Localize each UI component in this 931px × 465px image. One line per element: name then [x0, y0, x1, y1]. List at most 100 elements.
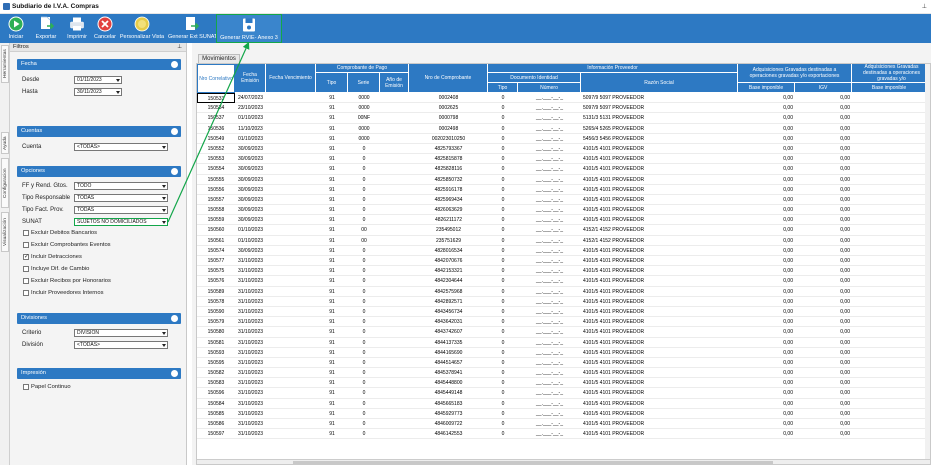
- excluir-recibos-checkbox[interactable]: [23, 278, 29, 284]
- table-row[interactable]: 150555 30/09/2023 91 0 4825850732 0 __.___-__-…: [197, 175, 930, 185]
- table-row[interactable]: 150597 31/10/2023 91 0 4846142553 0 __.___-__-…: [197, 429, 930, 440]
- header-nro-comprobante[interactable]: Nro de Comprobante: [409, 64, 488, 93]
- table-row[interactable]: 150536 11/10/2023 91 0000 0002498 0 __.___-__-…: [197, 124, 930, 134]
- collapse-icon[interactable]: [171, 128, 178, 135]
- section-opciones[interactable]: Opciones: [17, 166, 181, 177]
- table-cell: 4101/5 4101 PROVEEDOR: [583, 370, 645, 377]
- table-row[interactable]: 150560 01/10/2023 91 00 235495012 0 __.___-__-…: [197, 225, 930, 236]
- incluir-proveedores-checkbox[interactable]: [23, 290, 29, 296]
- table-row[interactable]: 150584 31/10/2023 91 0 4845665183 0 __.___-__-…: [197, 399, 930, 409]
- chevron-down-icon: [162, 209, 166, 212]
- header-anio-emision[interactable]: Año de Emisión: [380, 73, 409, 93]
- section-impresion[interactable]: Impresión: [17, 368, 181, 379]
- table-cell: 0: [501, 390, 505, 397]
- generar-rvie-anexo3-button[interactable]: Generar RVIE- Anexo 3: [216, 14, 282, 43]
- header-fecha-emision[interactable]: Fecha Emisión: [235, 64, 266, 93]
- filters-title: Filtros: [13, 44, 29, 50]
- ff-select[interactable]: TODO: [74, 182, 168, 190]
- table-row[interactable]: 150556 30/09/2023 91 0 4825916178 0 __.___-__-…: [197, 185, 930, 195]
- iniciar-button[interactable]: Iniciar: [3, 14, 29, 43]
- header-igv-1[interactable]: IGV: [795, 83, 852, 93]
- tab-movimientos[interactable]: Movimientos: [198, 54, 240, 63]
- table-row[interactable]: 150595 31/10/2023 91 0 4844514657 0 __.___-__-…: [197, 358, 930, 369]
- section-divisiones[interactable]: Divisiones: [17, 313, 181, 324]
- tipo-responsable-select[interactable]: TODAS: [74, 194, 168, 202]
- collapse-icon[interactable]: [171, 315, 178, 322]
- table-row[interactable]: 150582 31/10/2023 91 0 4845378941 0 __.___-__-…: [197, 368, 930, 379]
- incluir-detracciones-checkbox[interactable]: [23, 253, 29, 260]
- vertical-scrollbar[interactable]: [925, 64, 930, 464]
- section-fecha[interactable]: Fecha: [17, 59, 181, 70]
- header-razon-social[interactable]: Razón Social: [581, 73, 738, 93]
- cancelar-button[interactable]: Cancelar: [91, 14, 119, 43]
- table-row[interactable]: 150586 31/10/2023 91 0 4846009722 0 __.___-__-…: [197, 419, 930, 430]
- table-row[interactable]: 150534 23/10/2023 91 0000 0002625 0 __.___-__-…: [197, 103, 930, 114]
- table-row[interactable]: 150552 30/09/2023 91 0 4825793367 0 __.___-__-…: [197, 144, 930, 155]
- table-row[interactable]: 150583 31/10/2023 91 0 4845448800 0 __.___-__-…: [197, 378, 930, 389]
- collapse-icon[interactable]: [171, 168, 178, 175]
- collapse-icon[interactable]: [171, 61, 178, 68]
- table-row[interactable]: 150549 01/10/2023 91 0000 002023010250 0 __.__…: [197, 134, 930, 144]
- excluir-debitos-checkbox[interactable]: [23, 230, 29, 236]
- table-row[interactable]: 150553 30/09/2023 91 0 4825815878 0 __.___-__-…: [197, 154, 930, 165]
- table-row[interactable]: 150559 30/09/2023 91 0 4826211172 0 __.___-__-…: [197, 215, 930, 226]
- table-row[interactable]: 150554 30/09/2023 91 0 4825828116 0 __.___-__-…: [197, 164, 930, 175]
- table-cell: 0: [362, 308, 366, 315]
- table-row[interactable]: 150579 31/10/2023 91 0 4843642031 0 __.___-__-…: [197, 317, 930, 328]
- table-row[interactable]: 150537 01/10/2023 91 00NF 0000798 0 __.___-__-…: [197, 113, 930, 124]
- hasta-date-field[interactable]: 30/11/2023: [74, 88, 122, 96]
- division-select[interactable]: <TODAS>: [74, 341, 168, 349]
- personalizar-vista-button[interactable]: Personalizar Vista: [119, 14, 165, 43]
- table-row[interactable]: 150596 31/10/2023 91 0 4845449148 0 __.___-__-…: [197, 388, 930, 399]
- generar-ext-sunat-button[interactable]: Generar Ext SUNAT: [168, 14, 217, 43]
- table-row[interactable]: 150575 31/10/2023 91 0 4842153321 0 __.___-__-…: [197, 266, 930, 277]
- pin-icon[interactable]: ⊥: [177, 43, 182, 52]
- table-cell: 0: [362, 176, 366, 183]
- scroll-thumb[interactable]: [293, 461, 773, 464]
- table-row[interactable]: 150589 31/10/2023 91 0 4842575968 0 __.___-__-…: [197, 287, 930, 297]
- table-row[interactable]: 150533 24/07/2023 91 0000 0002408 0 __.___-__-…: [197, 93, 930, 104]
- table-row[interactable]: 150585 31/10/2023 91 0 4845929773 0 __.___-__-…: [197, 409, 930, 419]
- table-row[interactable]: 150557 30/09/2023 91 0 4825969434 0 __.___-__-…: [197, 195, 930, 206]
- exportar-button[interactable]: Exportar: [32, 14, 60, 43]
- header-doc-numero[interactable]: Número: [518, 83, 581, 93]
- cuenta-select[interactable]: <TODAS>: [74, 143, 168, 151]
- table-cell: 0: [362, 400, 366, 407]
- header-doc-tipo[interactable]: Tipo: [488, 83, 518, 93]
- collapse-icon[interactable]: [171, 370, 178, 377]
- excluir-comprobantes-checkbox[interactable]: [23, 242, 29, 248]
- header-serie[interactable]: Serie: [348, 73, 380, 93]
- side-tab-visualizacion[interactable]: Visualización: [1, 212, 9, 252]
- incluye-dif-cambio-checkbox[interactable]: [23, 266, 29, 272]
- table-row[interactable]: 150581 31/10/2023 91 0 4844137335 0 __.___-__-…: [197, 338, 930, 348]
- desde-date-field[interactable]: 01/11/2023: [74, 76, 122, 84]
- pin-icon[interactable]: ⊥: [922, 3, 927, 10]
- table-cell: 150597: [207, 431, 225, 438]
- table-row[interactable]: 150580 31/10/2023 91 0 4843742607 0 __.___-__-…: [197, 327, 930, 338]
- criterio-select[interactable]: DIVISION: [74, 329, 168, 337]
- imprimir-button[interactable]: Imprimir: [63, 14, 91, 43]
- header-base-imponible-1[interactable]: Base imponible: [738, 83, 795, 93]
- header-tipo[interactable]: Tipo: [316, 73, 348, 93]
- table-row[interactable]: 150576 31/10/2023 91 0 4842304644 0 __.___-__-…: [197, 276, 930, 287]
- side-tab-ayuda[interactable]: Ayuda: [1, 132, 9, 154]
- table-row[interactable]: 150577 31/10/2023 91 0 4842070676 0 __.___-__-…: [197, 256, 930, 267]
- section-cuentas[interactable]: Cuentas: [17, 126, 181, 137]
- table-cell: 4846009722: [434, 421, 463, 427]
- cancel-icon: [97, 16, 113, 32]
- horizontal-scrollbar[interactable]: [197, 459, 930, 464]
- side-tab-herramientas[interactable]: Herramientas: [1, 45, 9, 83]
- table-row[interactable]: 150558 30/09/2023 91 0 4826063629 0 __.___-__-…: [197, 205, 930, 216]
- table-row[interactable]: 150561 01/10/2023 91 00 235751629 0 __.___-__-…: [197, 236, 930, 246]
- header-nro-correlativo[interactable]: Nro Correlativo: [197, 64, 235, 93]
- papel-continuo-checkbox[interactable]: [23, 384, 29, 390]
- header-fecha-vencimiento[interactable]: Fecha Vencimiento: [266, 64, 316, 93]
- table-row[interactable]: 150574 30/09/2023 91 0 4828016534 0 __.___-__-…: [197, 246, 930, 256]
- table-row[interactable]: 150593 31/10/2023 91 0 4844165690 0 __.___-__-…: [197, 348, 930, 358]
- side-tab-configuracion[interactable]: Configuracion: [1, 158, 9, 208]
- tipo-fact-select[interactable]: TODAS: [74, 206, 168, 214]
- sunat-select[interactable]: SUJETOS NO DOMICILIADOS: [74, 218, 168, 226]
- header-base-imponible-2[interactable]: Base imponible: [852, 83, 927, 93]
- table-row[interactable]: 150590 31/10/2023 91 0 4843456734 0 __.___-__-…: [197, 307, 930, 318]
- table-row[interactable]: 150578 31/10/2023 91 0 4842892571 0 __.___-__-…: [197, 297, 930, 307]
